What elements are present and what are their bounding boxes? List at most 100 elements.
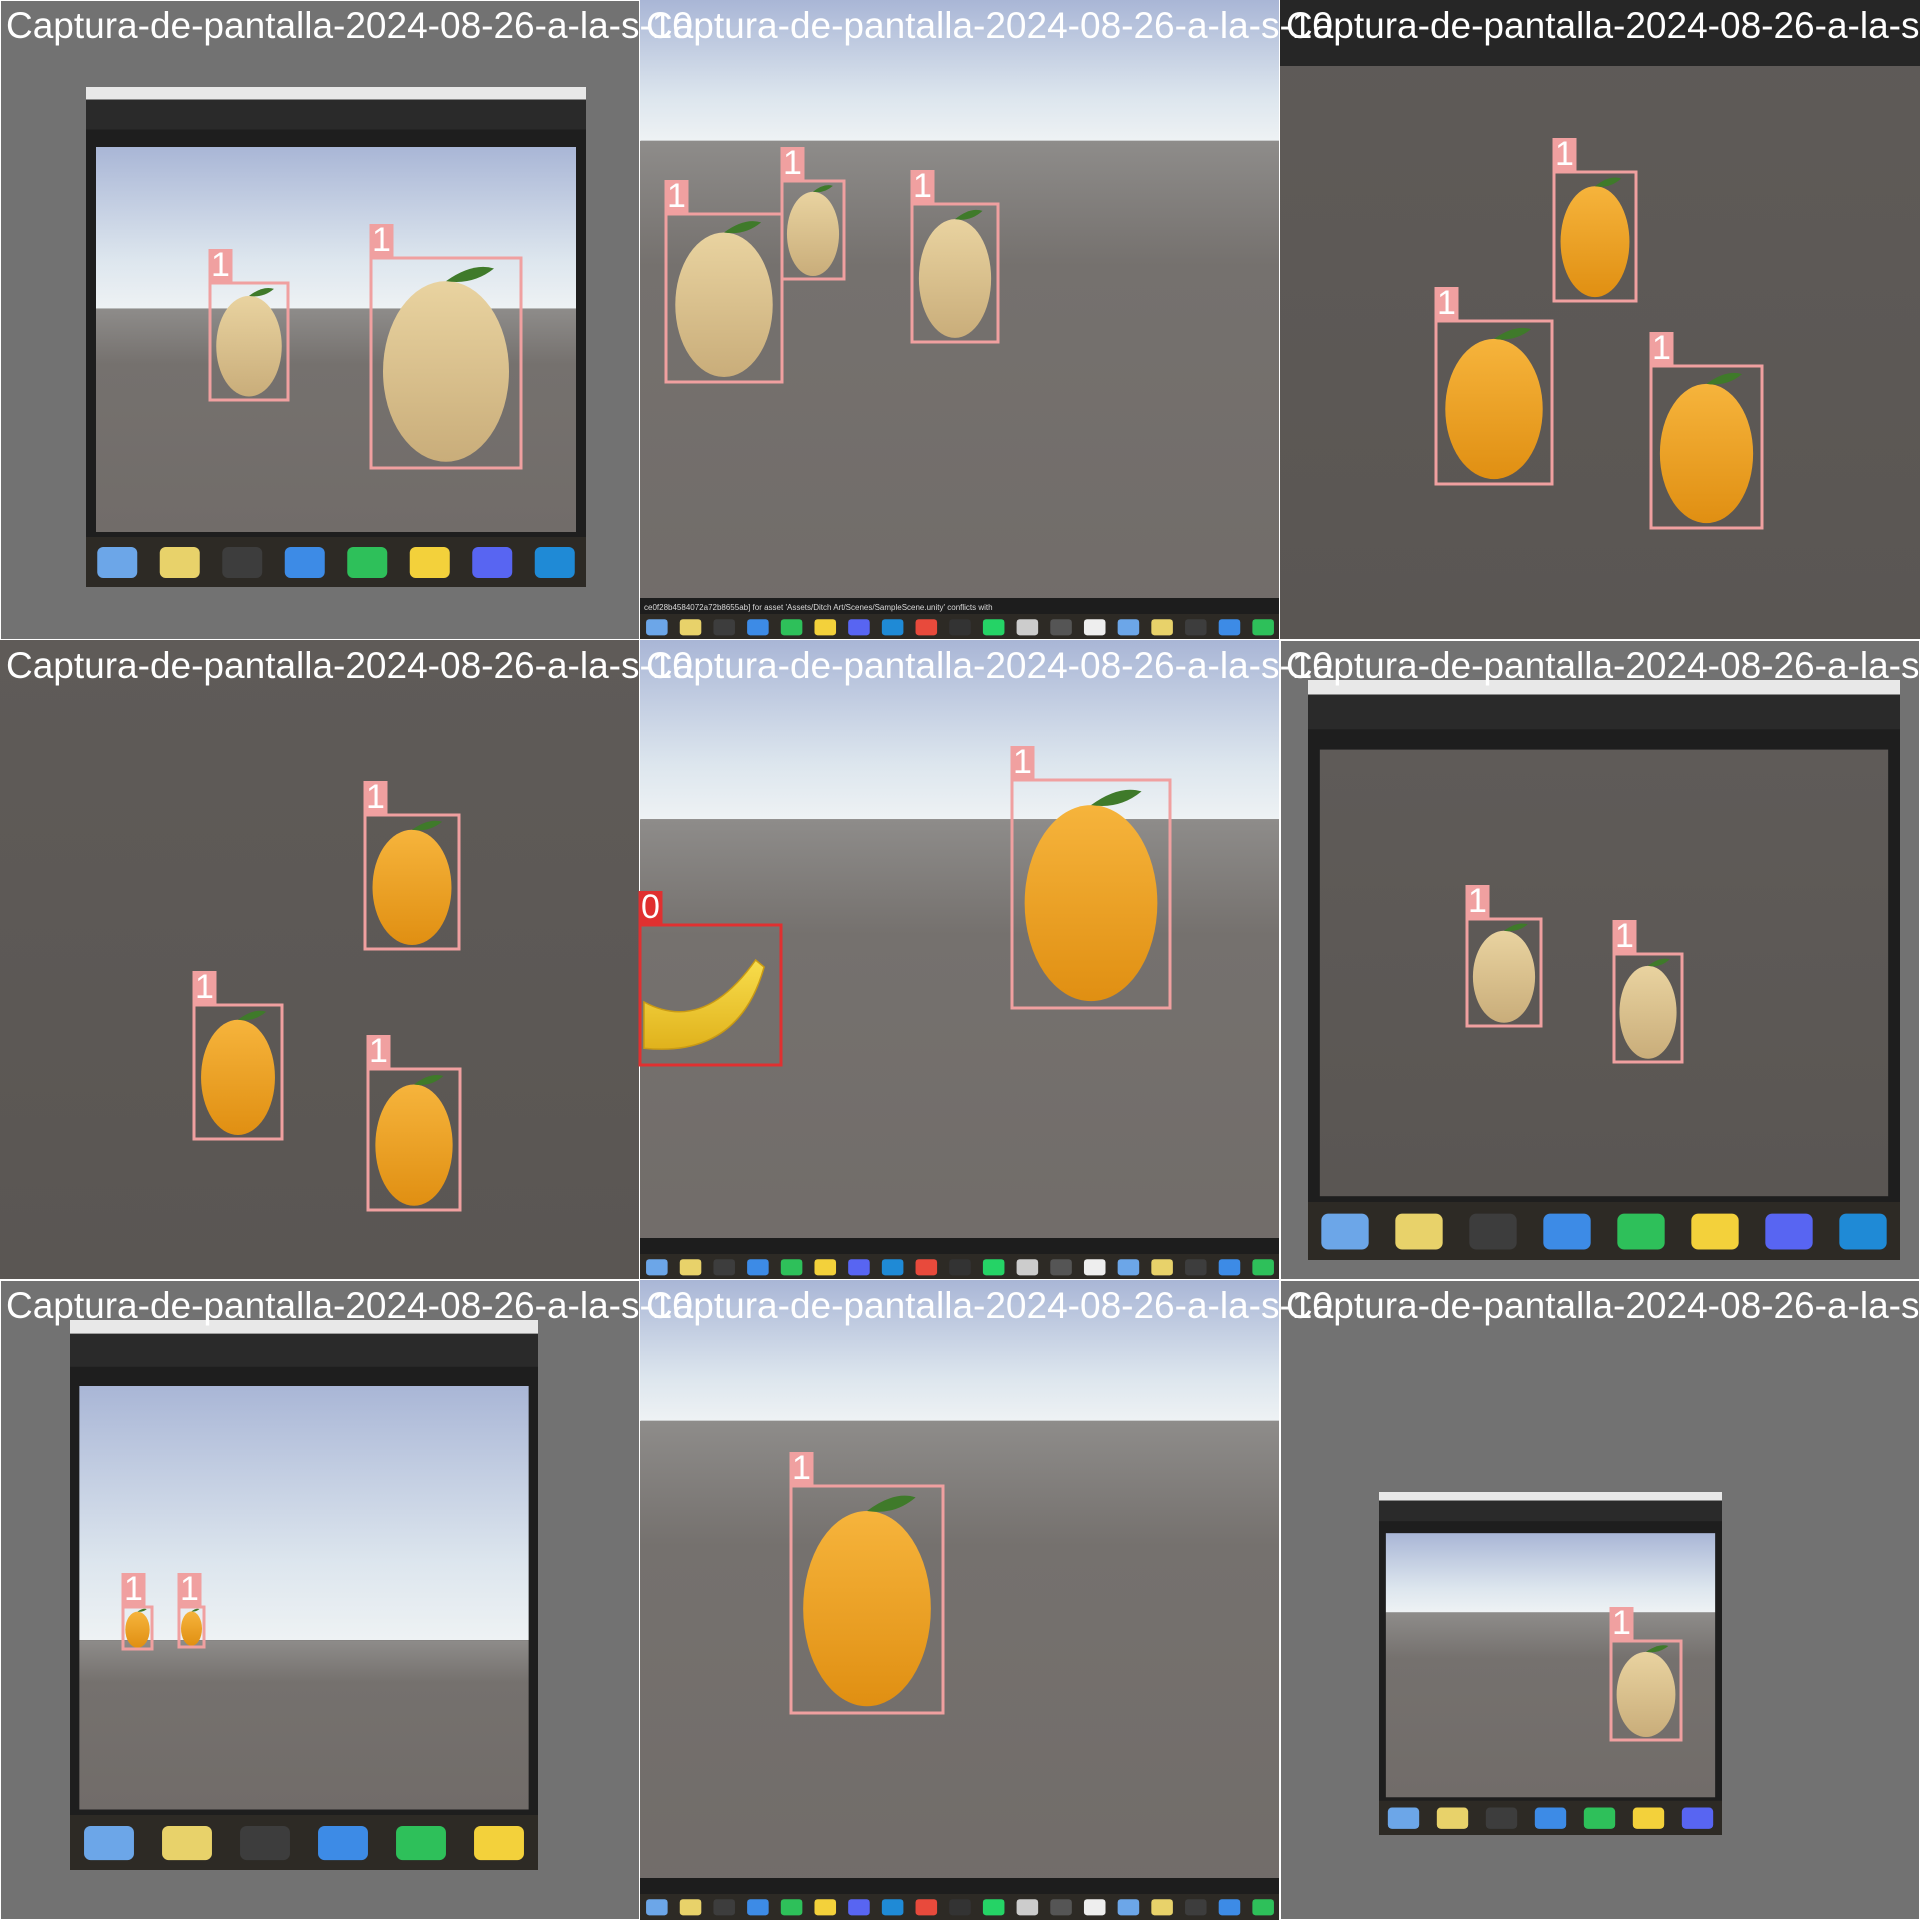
dock-app-icon[interactable] [881,1259,904,1276]
embedded-screenshot [640,640,1280,1280]
dock-app-icon[interactable] [1469,1213,1517,1250]
orange-object [1616,1651,1676,1738]
scene-sky [96,147,576,309]
dock-app-icon[interactable] [1765,1213,1813,1250]
dock-app-icon[interactable] [1185,619,1207,636]
dock-app-icon[interactable] [1395,1213,1443,1250]
dock-app-icon[interactable] [1151,619,1173,636]
dock-app-icon[interactable] [1050,1259,1072,1276]
dock-app-icon[interactable] [97,547,138,578]
dock-app-icon[interactable] [1151,1899,1173,1916]
dock-app-icon[interactable] [780,619,803,636]
dock-app-icon[interactable] [814,1899,837,1916]
dock-app-icon[interactable] [915,1899,938,1916]
dock-app-icon[interactable] [1083,619,1106,636]
dock-app-icon[interactable] [679,1899,702,1916]
dock-app-icon[interactable] [780,1259,803,1276]
detection-class-label: 1 [369,1032,388,1070]
dock-app-icon[interactable] [713,1259,735,1276]
dock-app-icon[interactable] [1617,1213,1665,1250]
dock-app-icon[interactable] [1252,1259,1274,1276]
orange-object [918,219,992,338]
dock-app-icon[interactable] [915,619,938,636]
dock-app-icon[interactable] [713,619,735,636]
tile-title: Captura-de-pantalla-2024-08-26-a-la-s-10 [646,5,1333,46]
dock-app-icon[interactable] [534,547,575,578]
dock-app-icon[interactable] [1083,1899,1106,1916]
dock-app-icon[interactable] [1185,1259,1207,1276]
dock-app-icon[interactable] [222,547,263,578]
dock-app-icon[interactable] [347,547,388,578]
dock-app-icon[interactable] [1151,1259,1173,1276]
dock-app-icon[interactable] [982,1259,1005,1276]
dock-app-icon[interactable] [982,619,1005,636]
dock-app-icon[interactable] [396,1826,446,1861]
dock-app-icon[interactable] [1436,1807,1469,1829]
dock-app-icon[interactable] [1117,1259,1140,1276]
dock-app-icon[interactable] [747,1899,769,1916]
dock-app-icon[interactable] [1632,1807,1665,1829]
dock-app-icon[interactable] [474,1826,524,1861]
dock-app-icon[interactable] [949,619,971,636]
dock-app-icon[interactable] [915,1259,938,1276]
dock-app-icon[interactable] [1050,619,1072,636]
dock-app-icon[interactable] [1117,619,1140,636]
dock-app-icon[interactable] [1387,1807,1420,1829]
dock-app-icon[interactable] [1117,1899,1140,1916]
scene-viewport [1280,0,1920,640]
dock-app-icon[interactable] [240,1826,290,1861]
dock-app-icon[interactable] [747,1259,769,1276]
dock-app-icon[interactable] [1016,1259,1039,1276]
detection-class-label: 1 [1437,284,1456,322]
dock-app-icon[interactable] [1218,1899,1241,1916]
dock-app-icon[interactable] [1681,1807,1714,1829]
dock-app-icon[interactable] [409,547,450,578]
dock-app-icon[interactable] [1218,619,1241,636]
dock-app-icon[interactable] [1534,1807,1567,1829]
dock-app-icon[interactable] [881,1899,904,1916]
dock-app-icon[interactable] [1543,1213,1591,1250]
dock-app-icon[interactable] [982,1899,1005,1916]
detection-class-label: 1 [783,144,802,182]
dock-app-icon[interactable] [780,1899,803,1916]
dock-app-icon[interactable] [1218,1259,1241,1276]
dock-app-icon[interactable] [1321,1213,1369,1250]
detection-class-label: 0 [641,888,660,926]
dock-app-icon[interactable] [1016,1899,1039,1916]
dock-app-icon[interactable] [162,1826,212,1861]
mosaic-tile: 1 1 1 [0,639,641,1281]
embedded-screenshot [1379,1492,1722,1835]
dock-app-icon[interactable] [881,619,904,636]
dock-app-icon[interactable] [814,1259,837,1276]
dock-app-icon[interactable] [1083,1259,1106,1276]
dock-app-icon[interactable] [646,619,668,636]
dock-app-icon[interactable] [318,1826,368,1861]
dock-app-icon[interactable] [1050,1899,1072,1916]
dock-app-icon[interactable] [848,1899,870,1916]
dock-app-icon[interactable] [1583,1807,1616,1829]
dock-app-icon[interactable] [646,1899,668,1916]
dock-app-icon[interactable] [1839,1213,1887,1250]
dock-app-icon[interactable] [848,1259,870,1276]
dock-app-icon[interactable] [646,1259,668,1276]
dock-app-icon[interactable] [679,1259,702,1276]
dock-app-icon[interactable] [949,1259,971,1276]
dock-app-icon[interactable] [713,1899,735,1916]
dock-app-icon[interactable] [747,619,769,636]
dock-app-icon[interactable] [1485,1807,1518,1829]
dock-app-icon[interactable] [814,619,837,636]
dock-app-icon[interactable] [1185,1899,1207,1916]
dock-app-icon[interactable] [284,547,325,578]
tile-title: Captura-de-pantalla-2024-08-26-a-la-s-10 [6,5,693,46]
dock-app-icon[interactable] [1252,1899,1274,1916]
dock-app-icon[interactable] [949,1899,971,1916]
dock-app-icon[interactable] [84,1826,134,1861]
orange-object [803,1510,931,1707]
dock-app-icon[interactable] [1016,619,1039,636]
dock-app-icon[interactable] [472,547,513,578]
dock-app-icon[interactable] [1252,619,1274,636]
dock-app-icon[interactable] [159,547,200,578]
dock-app-icon[interactable] [848,619,870,636]
dock-app-icon[interactable] [679,619,702,636]
dock-app-icon[interactable] [1691,1213,1739,1250]
